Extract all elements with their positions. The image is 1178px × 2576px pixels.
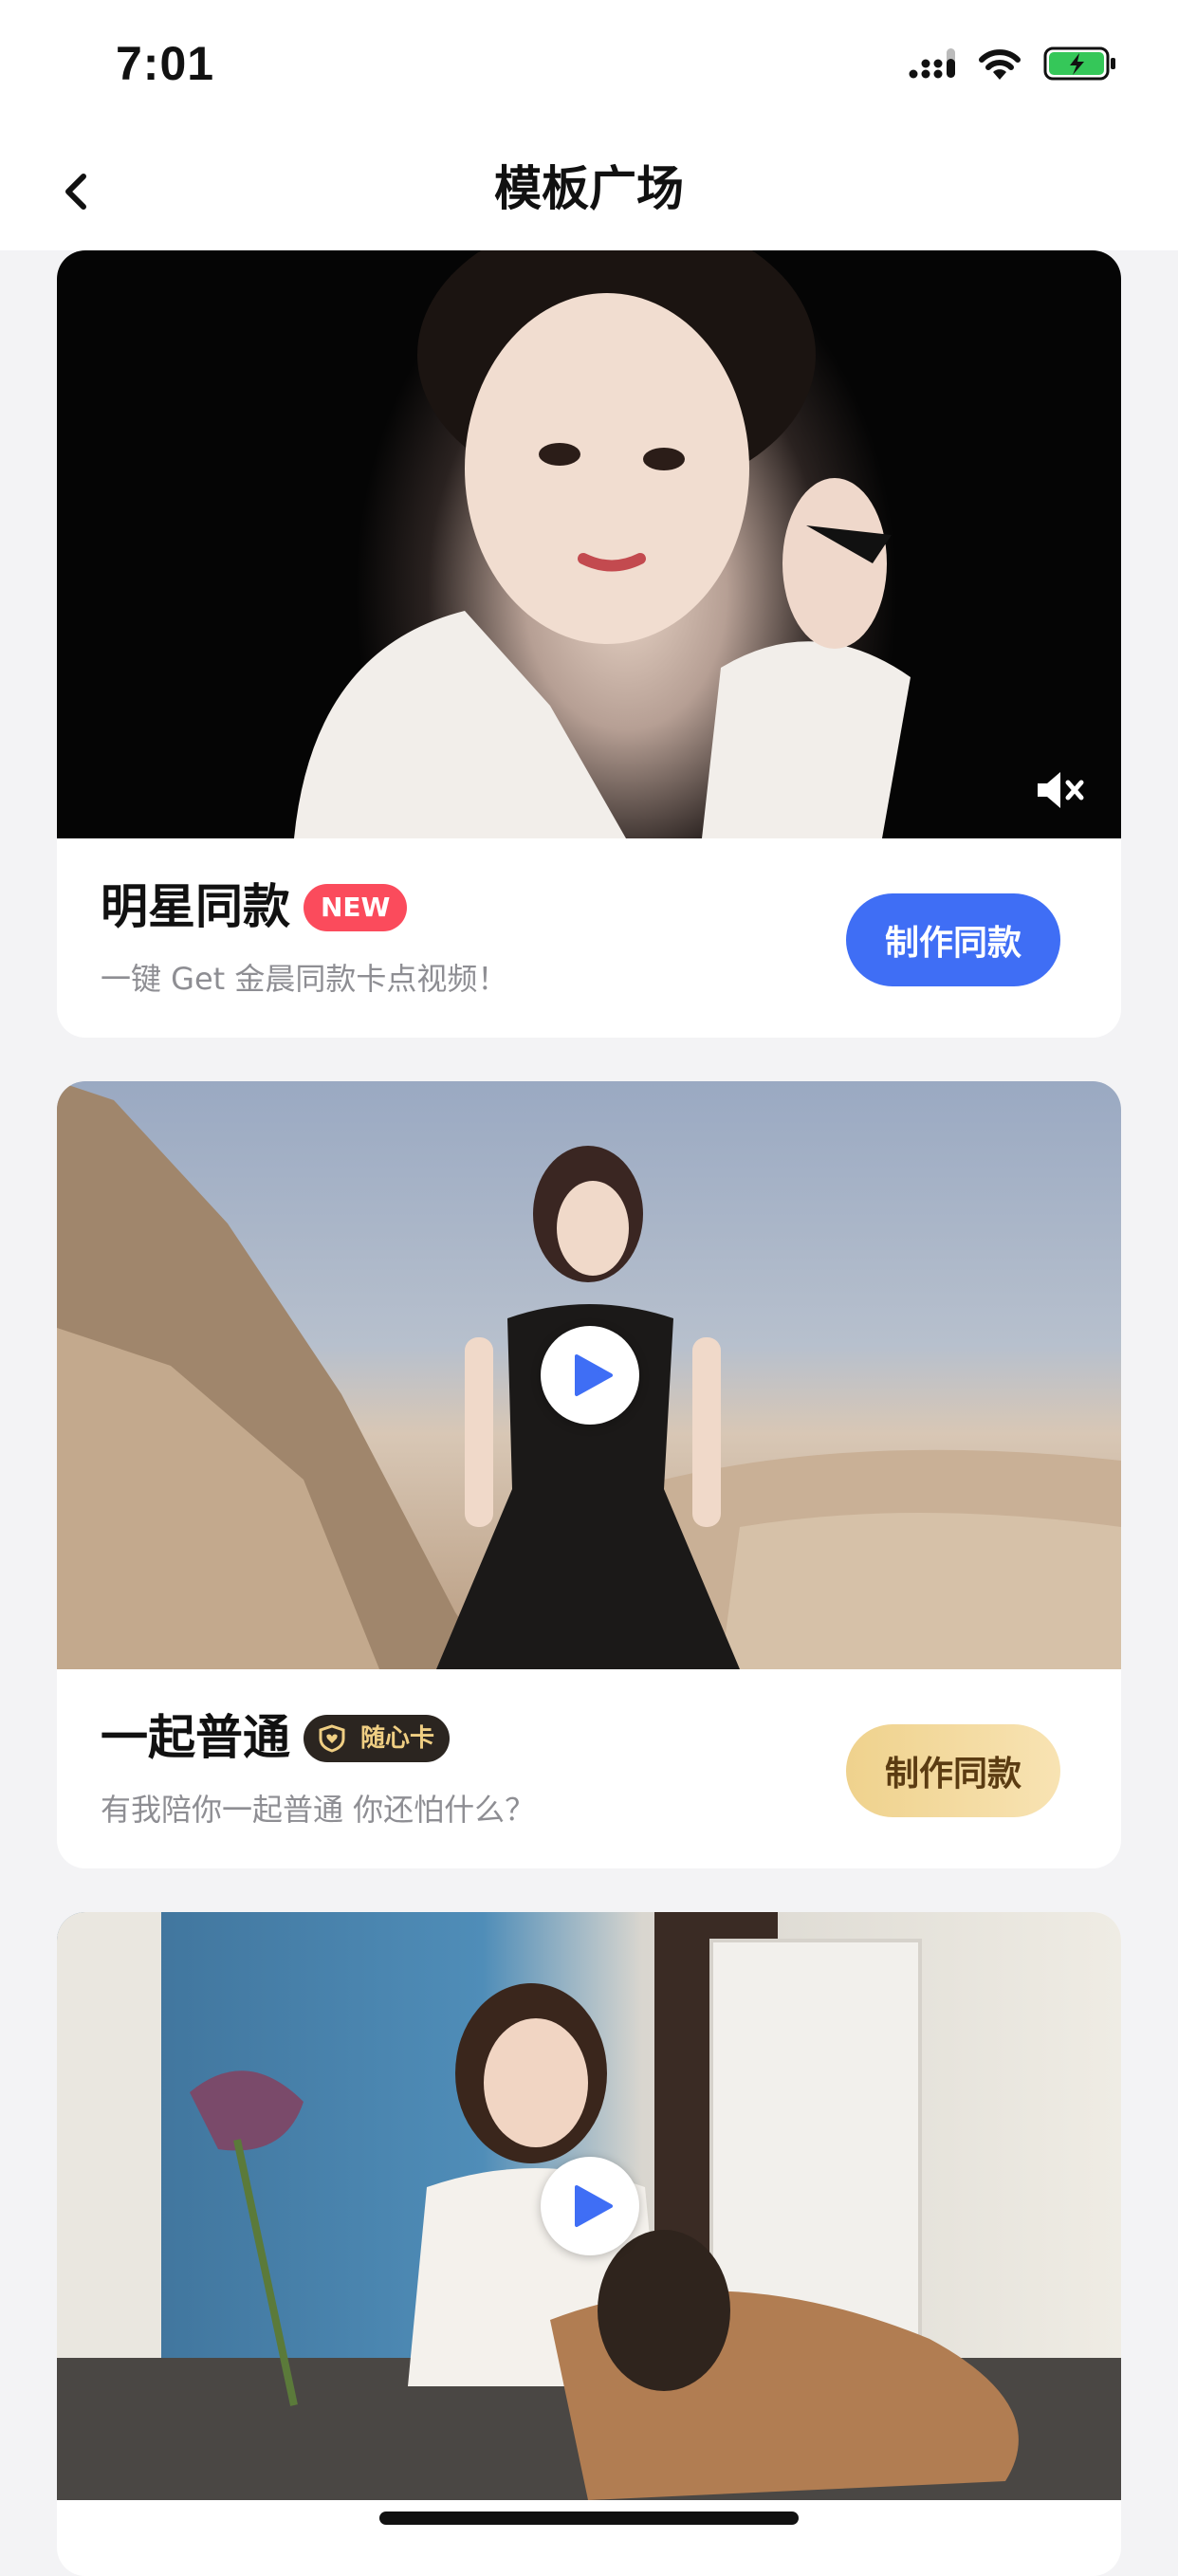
status-time: 7:01 xyxy=(116,37,215,90)
status-bar: 7:01 xyxy=(0,0,1178,133)
nav-bar: 模板广场 xyxy=(0,133,1178,250)
card-subtitle: 一键 Get 金晨同款卡点视频！ xyxy=(101,961,508,997)
card-subtitle: 有我陪你一起普通 你还怕什么？ xyxy=(101,1792,536,1828)
template-video[interactable] xyxy=(57,1912,1121,2500)
play-button[interactable] xyxy=(541,2157,639,2255)
card-info: 明星同款 NEW 一键 Get 金晨同款卡点视频！ 制作同款 xyxy=(57,838,1121,1028)
template-card[interactable] xyxy=(57,1912,1121,2576)
make-same-button[interactable]: 制作同款 xyxy=(846,1724,1060,1817)
template-video[interactable] xyxy=(57,1081,1121,1669)
template-card[interactable]: 一起普通 随心卡 有我陪你一起普通 你还怕什么？ 制作同款 xyxy=(57,1081,1121,1868)
play-icon xyxy=(575,2185,613,2227)
heart-shield-icon xyxy=(319,1724,345,1753)
make-same-button[interactable]: 制作同款 xyxy=(846,893,1060,986)
play-icon xyxy=(575,1354,613,1396)
card-info: 一起普通 随心卡 有我陪你一起普通 你还怕什么？ 制作同款 xyxy=(57,1669,1121,1859)
template-card[interactable]: 明星同款 NEW 一键 Get 金晨同款卡点视频！ 制作同款 xyxy=(57,250,1121,1038)
signal-icon xyxy=(909,48,955,79)
play-button[interactable] xyxy=(541,1326,639,1425)
mute-icon[interactable] xyxy=(1034,766,1087,814)
vip-card-badge: 随心卡 xyxy=(304,1715,451,1762)
page-title: 模板广场 xyxy=(494,161,684,216)
new-badge: NEW xyxy=(304,884,408,931)
vip-card-label: 随心卡 xyxy=(360,1724,435,1753)
video-thumbnail xyxy=(294,250,911,838)
wifi-icon xyxy=(979,49,1021,80)
battery-icon xyxy=(1043,46,1115,81)
template-video[interactable] xyxy=(57,250,1121,838)
card-title: 明星同款 xyxy=(101,879,290,934)
card-title: 一起普通 xyxy=(101,1710,290,1765)
home-indicator[interactable] xyxy=(379,2512,799,2525)
